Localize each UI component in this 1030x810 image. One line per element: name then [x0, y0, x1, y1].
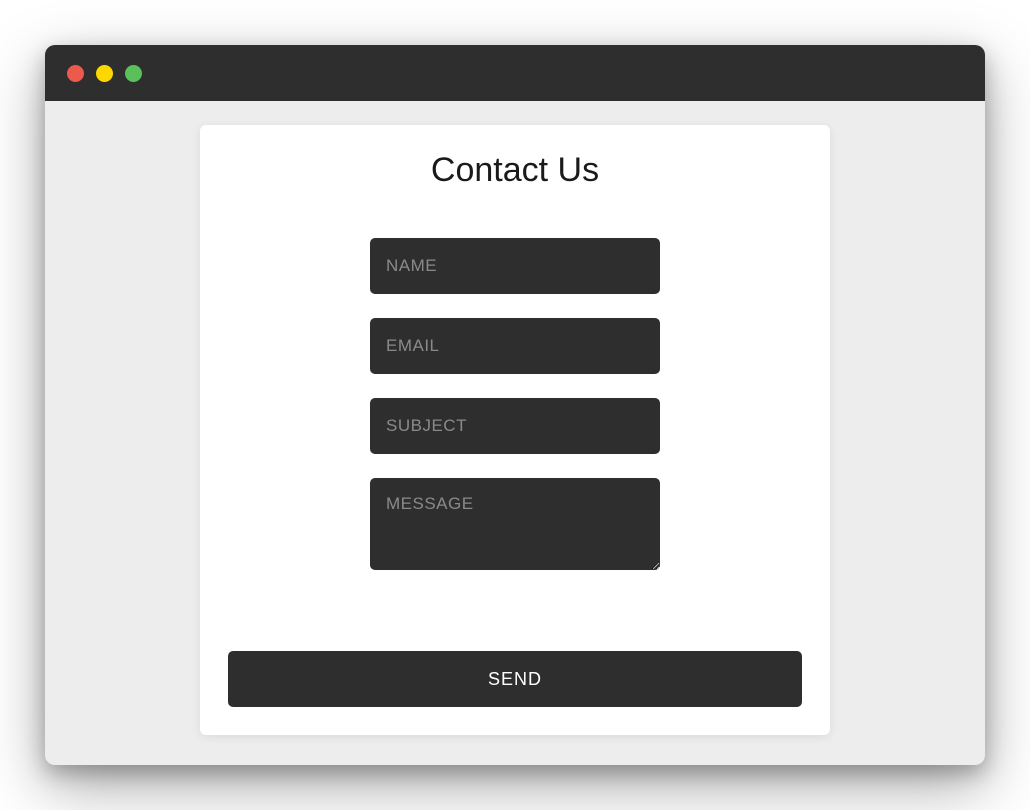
message-field[interactable]	[370, 478, 660, 570]
email-field[interactable]	[370, 318, 660, 374]
maximize-icon[interactable]	[125, 65, 142, 82]
name-field[interactable]	[370, 238, 660, 294]
page-title: Contact Us	[431, 151, 599, 190]
content-area: Contact Us SEND	[45, 101, 985, 765]
browser-window: Contact Us SEND	[45, 45, 985, 765]
close-icon[interactable]	[67, 65, 84, 82]
form-fields	[228, 238, 802, 651]
window-titlebar	[45, 45, 985, 101]
subject-field[interactable]	[370, 398, 660, 454]
contact-card: Contact Us SEND	[200, 125, 830, 735]
minimize-icon[interactable]	[96, 65, 113, 82]
send-button[interactable]: SEND	[228, 651, 802, 707]
